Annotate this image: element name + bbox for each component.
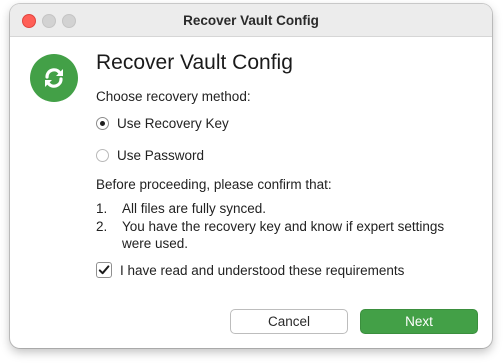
window-title: Recover Vault Config xyxy=(183,12,319,28)
list-text: All files are fully synced. xyxy=(122,201,267,216)
acknowledge-label: I have read and understood these require… xyxy=(120,262,405,278)
close-window-button[interactable] xyxy=(22,14,36,28)
radio-use-password[interactable]: Use Password xyxy=(96,148,204,163)
next-button[interactable]: Next xyxy=(360,309,478,334)
list-number: 2. xyxy=(96,219,108,234)
title-bar[interactable]: Recover Vault Config xyxy=(10,4,492,37)
list-item: 1. All files are fully synced. xyxy=(96,200,456,217)
dialog-window: Recover Vault Config Recover Vault Confi… xyxy=(10,4,492,348)
list-item: 2. You have the recovery key and know if… xyxy=(96,218,456,252)
radio-label: Use Recovery Key xyxy=(117,116,229,131)
acknowledge-checkbox-row[interactable]: I have read and understood these require… xyxy=(96,262,404,278)
acknowledge-checkbox[interactable] xyxy=(96,262,112,278)
sync-arrows-icon xyxy=(30,54,78,102)
checkmark-icon xyxy=(98,265,110,275)
cancel-button[interactable]: Cancel xyxy=(230,309,348,334)
confirm-prompt: Before proceeding, please confirm that: xyxy=(96,177,332,192)
list-number: 1. xyxy=(96,201,108,216)
minimize-window-button[interactable] xyxy=(42,14,56,28)
list-text: You have the recovery key and know if ex… xyxy=(122,219,445,251)
radio-label: Use Password xyxy=(117,148,205,163)
radio-button[interactable] xyxy=(96,149,109,162)
zoom-window-button[interactable] xyxy=(62,14,76,28)
method-prompt: Choose recovery method: xyxy=(96,89,251,104)
radio-use-recovery-key[interactable]: Use Recovery Key xyxy=(96,116,229,131)
page-title: Recover Vault Config xyxy=(96,51,293,74)
radio-button-selected[interactable] xyxy=(96,117,109,130)
requirements-list: 1. All files are fully synced. 2. You ha… xyxy=(96,200,456,253)
